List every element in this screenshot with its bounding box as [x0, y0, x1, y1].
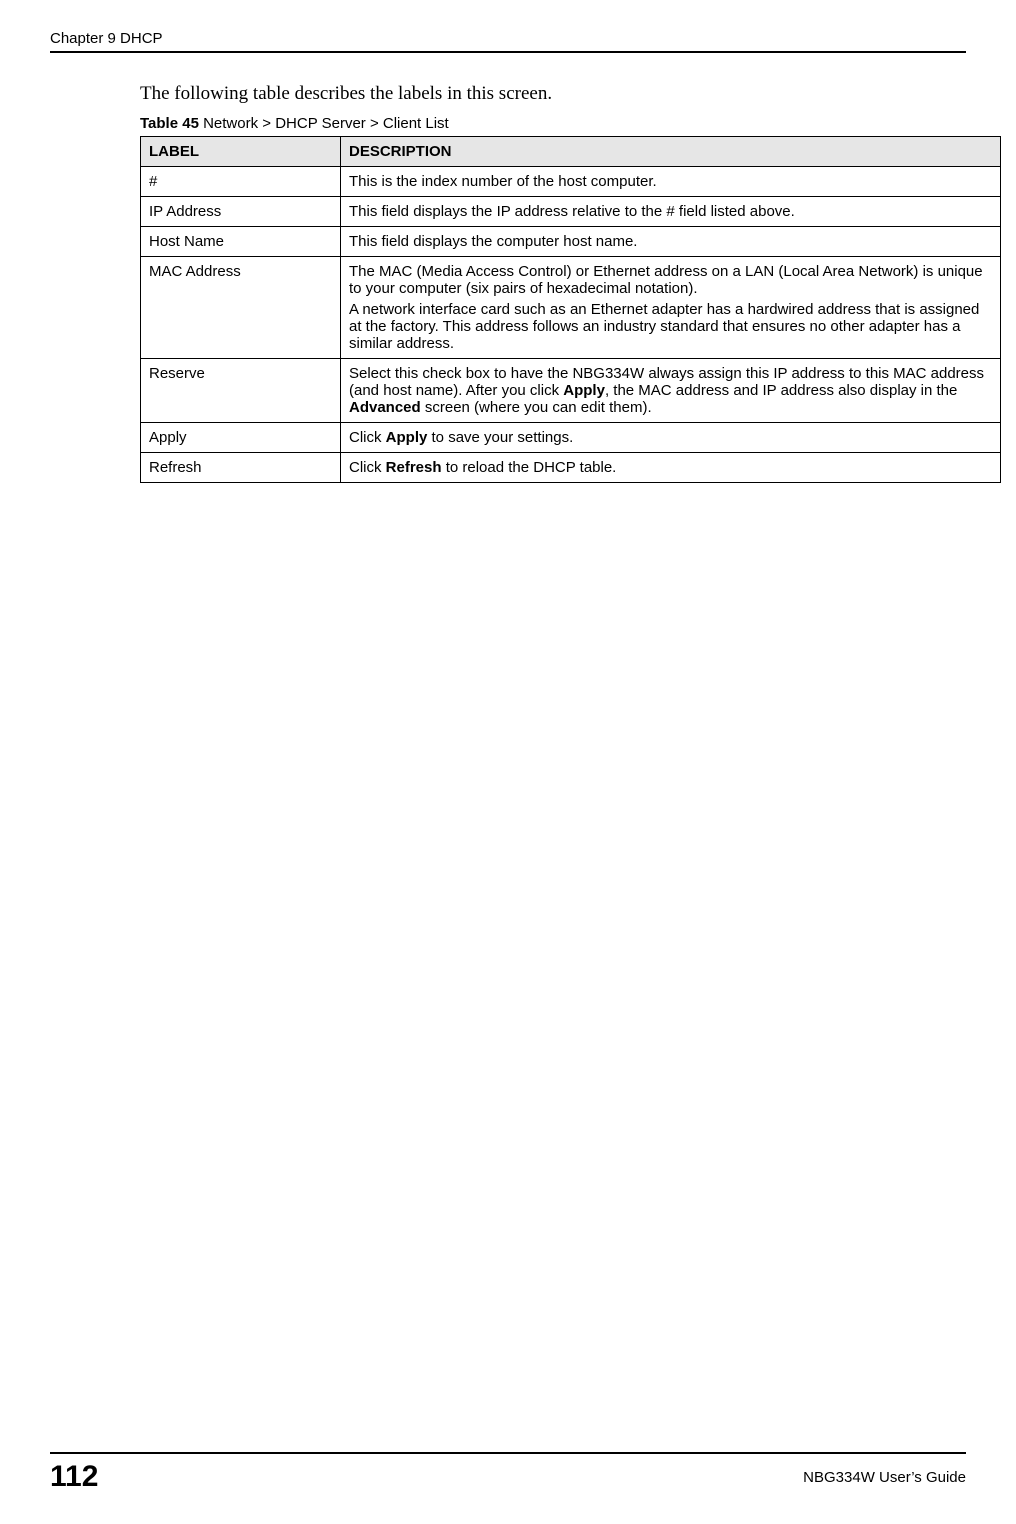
table-row: Host Name This field displays the comput…	[141, 227, 1001, 257]
header-label: LABEL	[141, 137, 341, 167]
cell-label: Apply	[141, 423, 341, 453]
desc-paragraph: The MAC (Media Access Control) or Ethern…	[349, 263, 992, 297]
desc-text: Click	[349, 459, 386, 476]
table-header-row: LABEL DESCRIPTION	[141, 137, 1001, 167]
cell-desc: Click Apply to save your settings.	[341, 423, 1001, 453]
cell-desc: This is the index number of the host com…	[341, 167, 1001, 197]
desc-text: , the MAC address and IP address also di…	[605, 382, 957, 399]
table-caption: Table 45 Network > DHCP Server > Client …	[140, 115, 966, 132]
cell-label: MAC Address	[141, 257, 341, 359]
cell-desc: Select this check box to have the NBG334…	[341, 359, 1001, 423]
header-description: DESCRIPTION	[341, 137, 1001, 167]
table-breadcrumb: Network > DHCP Server > Client List	[199, 115, 449, 132]
desc-bold: Refresh	[386, 459, 442, 476]
table-row: Reserve Select this check box to have th…	[141, 359, 1001, 423]
cell-label: Refresh	[141, 453, 341, 483]
cell-label: Host Name	[141, 227, 341, 257]
table-row: IP Address This field displays the IP ad…	[141, 197, 1001, 227]
desc-paragraph: A network interface card such as an Ethe…	[349, 301, 992, 352]
table-row: MAC Address The MAC (Media Access Contro…	[141, 257, 1001, 359]
page-footer: 112 NBG334W User’s Guide	[50, 1452, 966, 1494]
cell-desc: The MAC (Media Access Control) or Ethern…	[341, 257, 1001, 359]
page-number: 112	[50, 1460, 98, 1494]
desc-text: to save your settings.	[427, 429, 573, 446]
desc-text: screen (where you can edit them).	[421, 399, 652, 416]
desc-bold: Advanced	[349, 399, 421, 416]
chapter-title: Chapter 9 DHCP	[50, 30, 163, 47]
desc-bold: Apply	[386, 429, 428, 446]
client-list-table: LABEL DESCRIPTION # This is the index nu…	[140, 136, 1001, 483]
desc-text: to reload the DHCP table.	[442, 459, 617, 476]
cell-desc: This field displays the IP address relat…	[341, 197, 1001, 227]
cell-desc: Click Refresh to reload the DHCP table.	[341, 453, 1001, 483]
desc-text: Click	[349, 429, 386, 446]
cell-label: #	[141, 167, 341, 197]
cell-desc: This field displays the computer host na…	[341, 227, 1001, 257]
guide-name: NBG334W User’s Guide	[803, 1469, 966, 1486]
desc-bold: Apply	[563, 382, 605, 399]
table-row: Refresh Click Refresh to reload the DHCP…	[141, 453, 1001, 483]
table-number: Table 45	[140, 115, 199, 132]
intro-text: The following table describes the labels…	[140, 83, 966, 105]
table-row: Apply Click Apply to save your settings.	[141, 423, 1001, 453]
cell-label: Reserve	[141, 359, 341, 423]
table-row: # This is the index number of the host c…	[141, 167, 1001, 197]
cell-label: IP Address	[141, 197, 341, 227]
page-header: Chapter 9 DHCP	[50, 30, 966, 53]
